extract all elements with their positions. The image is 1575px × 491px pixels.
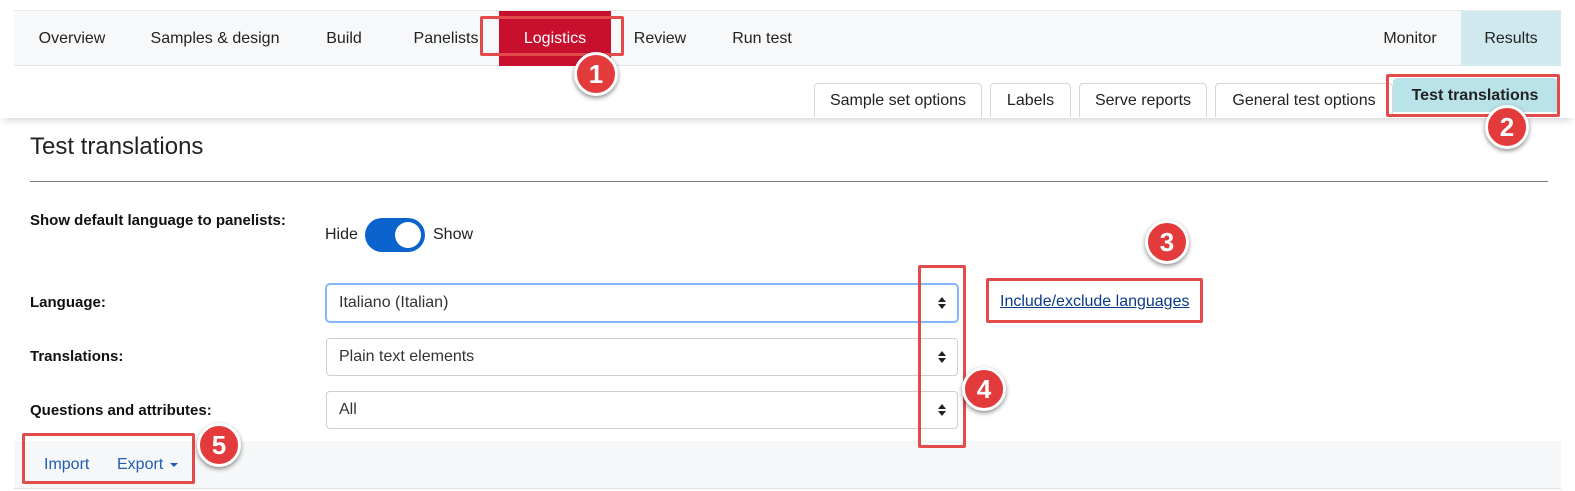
nav-run-test[interactable]: Run test [720,11,804,67]
title-divider [30,181,1548,182]
questions-attributes-label: Questions and attributes: [30,402,212,419]
tab-sample-set-options[interactable]: Sample set options [814,83,982,117]
toggle-knob [395,222,421,248]
nav-build[interactable]: Build [312,11,376,67]
top-nav: Overview Samples & design Build Panelist… [14,10,1561,67]
toggle-show-label: Show [433,226,474,243]
callout-box-3 [986,278,1203,323]
show-default-language-label: Show default language to panelists: [30,212,286,229]
callout-box-5 [22,433,195,484]
tab-serve-reports[interactable]: Serve reports [1079,83,1207,117]
questions-attributes-select[interactable]: All [326,391,958,429]
language-label: Language: [30,294,106,311]
callout-box-4 [918,265,966,448]
questions-select-value: All [339,401,357,418]
callout-badge-3: 3 [1145,220,1189,264]
translations-select[interactable]: Plain text elements [326,338,958,376]
callout-box-2 [1386,74,1560,117]
show-default-toggle[interactable] [365,218,425,252]
tab-labels[interactable]: Labels [990,83,1071,117]
nav-samples-design[interactable]: Samples & design [136,11,294,67]
translations-select-value: Plain text elements [339,348,475,365]
toggle-hide-label: Hide [325,226,358,243]
language-select-value: Italiano (Italian) [339,294,449,311]
callout-badge-5: 5 [197,423,241,467]
callout-badge-2: 2 [1485,105,1529,149]
callout-badge-4: 4 [962,367,1006,411]
callout-box-1 [480,16,624,56]
sub-tab-bar: Sample set options Labels Serve reports … [0,66,1575,118]
nav-monitor[interactable]: Monitor [1368,11,1452,67]
bottom-toolbar: Import Export [14,441,1561,489]
nav-review[interactable]: Review [618,11,702,67]
nav-overview[interactable]: Overview [14,11,130,67]
tab-general-test-options[interactable]: General test options [1215,83,1393,117]
language-select[interactable]: Italiano (Italian) [326,284,958,322]
translations-label: Translations: [30,348,124,365]
page-title: Test translations [30,133,204,160]
nav-results[interactable]: Results [1461,11,1561,67]
callout-badge-1: 1 [574,52,618,96]
